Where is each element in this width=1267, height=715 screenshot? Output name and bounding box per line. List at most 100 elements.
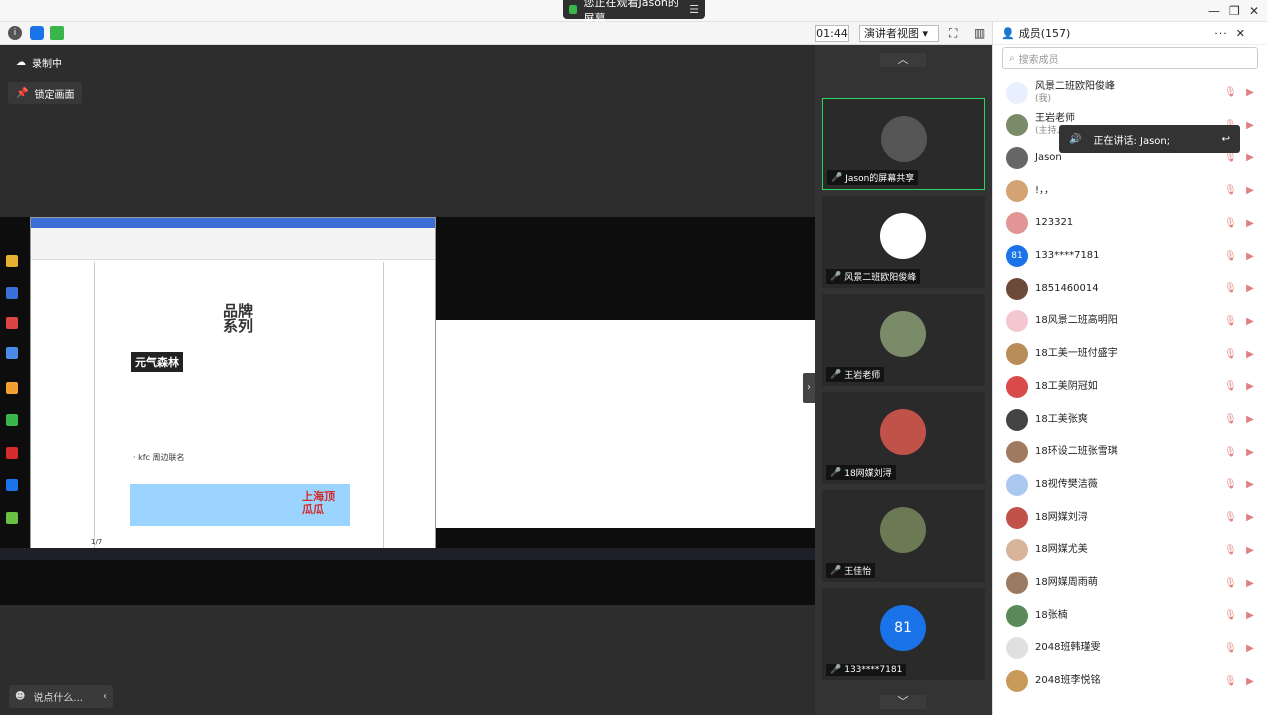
member-row[interactable]: 123321 🎙 ▶	[993, 207, 1267, 240]
mic-muted-icon[interactable]: 🎙	[1224, 643, 1237, 654]
video-tile[interactable]: 🎤 18网媒刘浔	[822, 392, 985, 484]
camera-off-icon[interactable]: ▶	[1244, 447, 1256, 458]
camera-off-icon[interactable]: ▶	[1244, 414, 1256, 425]
emoji-icon[interactable]: ☻	[15, 691, 25, 702]
video-tile[interactable]: 🎤 王佳怡	[822, 490, 985, 582]
pdf-ribbon[interactable]	[31, 228, 435, 260]
mic-muted-icon[interactable]: 🎙	[1224, 349, 1237, 360]
member-row[interactable]: 18张楠 🎙 ▶	[993, 599, 1267, 632]
member-name: 18视传樊洁薇	[1035, 478, 1098, 490]
mic-muted-icon[interactable]: 🎙	[1224, 251, 1237, 262]
camera-off-icon[interactable]: ▶	[1244, 479, 1256, 490]
pdf-viewer-window[interactable]: 品牌系列 元气森林 · kfc 周边联名 上海顶瓜瓜 1/7	[30, 217, 436, 549]
search-icon: ⌕	[1009, 52, 1015, 64]
avatar	[1006, 310, 1028, 333]
member-row[interactable]: 18工美阴冠如 🎙 ▶	[993, 370, 1267, 403]
avatar	[1006, 637, 1028, 660]
member-row[interactable]: 2048班韩瑾雯 🎙 ▶	[993, 632, 1267, 665]
sidebar-toggle-icon[interactable]: ▥	[974, 26, 985, 40]
scroll-down-button[interactable]: ﹀	[880, 695, 926, 709]
more-icon[interactable]: ···	[1214, 27, 1228, 40]
fullscreen-icon[interactable]: ⛶	[949, 26, 957, 41]
mic-muted-icon[interactable]: 🎙	[1224, 447, 1237, 458]
list-icon[interactable]: ☰	[689, 3, 699, 16]
member-row[interactable]: 18网媒刘浔 🎙 ▶	[993, 501, 1267, 534]
member-row[interactable]: 2048班李悦铭 🎙 ▶	[993, 665, 1267, 698]
member-row[interactable]: 18工美张爽 🎙 ▶	[993, 403, 1267, 436]
mic-muted-icon[interactable]: 🎙	[1224, 414, 1237, 425]
member-name: 123321	[1035, 217, 1074, 229]
member-row[interactable]: 风景二班欧阳俊峰 (我) 🎙 ▶	[993, 76, 1267, 109]
camera-off-icon[interactable]: ▶	[1244, 643, 1256, 654]
minimize-icon[interactable]: —	[1208, 4, 1220, 18]
member-row[interactable]: 1851460014 🎙 ▶	[993, 272, 1267, 305]
video-tile[interactable]: 🎤 风景二班欧阳俊峰	[822, 196, 985, 288]
mic-muted-icon[interactable]: 🎙	[1224, 512, 1237, 523]
mic-muted-icon[interactable]: 🎙	[1224, 152, 1237, 163]
shared-screen[interactable]: 品牌系列 元气森林 · kfc 周边联名 上海顶瓜瓜 1/7	[0, 217, 815, 605]
member-row[interactable]: 18视传樊洁薇 🎙 ▶	[993, 468, 1267, 501]
camera-off-icon[interactable]: ▶	[1244, 381, 1256, 392]
video-tile[interactable]: 🎤 Jason的屏幕共享	[822, 98, 985, 190]
video-tile[interactable]: 🎤 王岩老师	[822, 294, 985, 386]
reply-icon[interactable]: ↩	[1222, 134, 1230, 145]
member-row[interactable]: 18工美一班付盛宇 🎙 ▶	[993, 338, 1267, 371]
close-icon[interactable]: ✕	[1249, 4, 1259, 18]
avatar	[1006, 441, 1028, 464]
mic-muted-icon[interactable]: 🎙	[1224, 87, 1237, 98]
scroll-up-button[interactable]: ︿	[880, 53, 926, 67]
mic-muted-icon[interactable]: 🎙	[1224, 610, 1237, 621]
camera-off-icon[interactable]: ▶	[1244, 578, 1256, 589]
camera-off-icon[interactable]: ▶	[1244, 283, 1256, 294]
shield-icon[interactable]	[30, 26, 44, 40]
camera-off-icon[interactable]: ▶	[1244, 87, 1256, 98]
member-name: Jason	[1035, 151, 1062, 163]
member-row[interactable]: 18网媒周雨萌 🎙 ▶	[993, 567, 1267, 600]
camera-off-icon[interactable]: ▶	[1244, 545, 1256, 556]
mic-muted-icon[interactable]: 🎙	[1224, 283, 1237, 294]
video-tile-name: 133****7181	[844, 665, 903, 675]
lock-view-button[interactable]: 📌 锁定画面	[8, 82, 83, 104]
close-panel-icon[interactable]: ✕	[1236, 27, 1245, 40]
camera-off-icon[interactable]: ▶	[1244, 316, 1256, 327]
member-row[interactable]: !，， 🎙 ▶	[993, 174, 1267, 207]
member-name-block: 133****7181	[1035, 250, 1224, 262]
mic-muted-icon[interactable]: 🎙	[1224, 676, 1237, 687]
mic-muted-icon[interactable]: 🎙	[1224, 479, 1237, 490]
member-search-input[interactable]: ⌕ 搜索成员	[1002, 47, 1258, 69]
mic-muted-icon[interactable]: 🎙	[1224, 316, 1237, 327]
camera-off-icon[interactable]: ▶	[1244, 251, 1256, 262]
mic-muted-icon[interactable]: 🎙	[1224, 578, 1237, 589]
camera-off-icon[interactable]: ▶	[1244, 218, 1256, 229]
app-icon	[6, 317, 18, 329]
member-row[interactable]: 18环设二班张雪琪 🎙 ▶	[993, 436, 1267, 469]
chevron-left-icon[interactable]: ‹	[103, 691, 107, 702]
camera-off-icon[interactable]: ▶	[1244, 185, 1256, 196]
camera-off-icon[interactable]: ▶	[1244, 610, 1256, 621]
chat-input[interactable]: ☻ 说点什么... ‹	[9, 685, 113, 708]
camera-off-icon[interactable]: ▶	[1244, 349, 1256, 360]
panel-collapse-handle[interactable]: ›	[803, 373, 815, 403]
mic-muted-icon[interactable]: 🎙	[1224, 218, 1237, 229]
share-status-pill[interactable]: 您正在观看Jason的屏幕 ☰	[563, 0, 705, 25]
member-name-block: 18风景二班高明阳	[1035, 315, 1224, 327]
member-row[interactable]: 18风景二班高明阳 🎙 ▶	[993, 305, 1267, 338]
view-mode-select[interactable]: 演讲者视图 ▾	[859, 25, 939, 42]
camera-off-icon[interactable]: ▶	[1244, 152, 1256, 163]
file-explorer-window[interactable]	[436, 320, 815, 528]
member-row[interactable]: 81 133****7181 🎙 ▶	[993, 240, 1267, 273]
info-icon[interactable]: i	[8, 26, 22, 40]
camera-off-icon[interactable]: ▶	[1244, 676, 1256, 687]
mic-muted-icon[interactable]: 🎙	[1224, 185, 1237, 196]
mic-muted-icon[interactable]: 🎙	[1224, 545, 1237, 556]
pdf-brand-title: 品牌系列	[223, 302, 254, 335]
camera-off-icon[interactable]: ▶	[1244, 120, 1256, 131]
restore-icon[interactable]: ❐	[1229, 4, 1240, 18]
video-tile[interactable]: 81 🎤 133****7181	[822, 588, 985, 680]
video-tile-name: 王岩老师	[844, 371, 881, 381]
pdf-tabs[interactable]	[31, 218, 435, 228]
mic-muted-icon[interactable]: 🎙	[1224, 381, 1237, 392]
member-row[interactable]: 18网媒尤美 🎙 ▶	[993, 534, 1267, 567]
camera-off-icon[interactable]: ▶	[1244, 512, 1256, 523]
signal-icon[interactable]	[50, 26, 64, 40]
